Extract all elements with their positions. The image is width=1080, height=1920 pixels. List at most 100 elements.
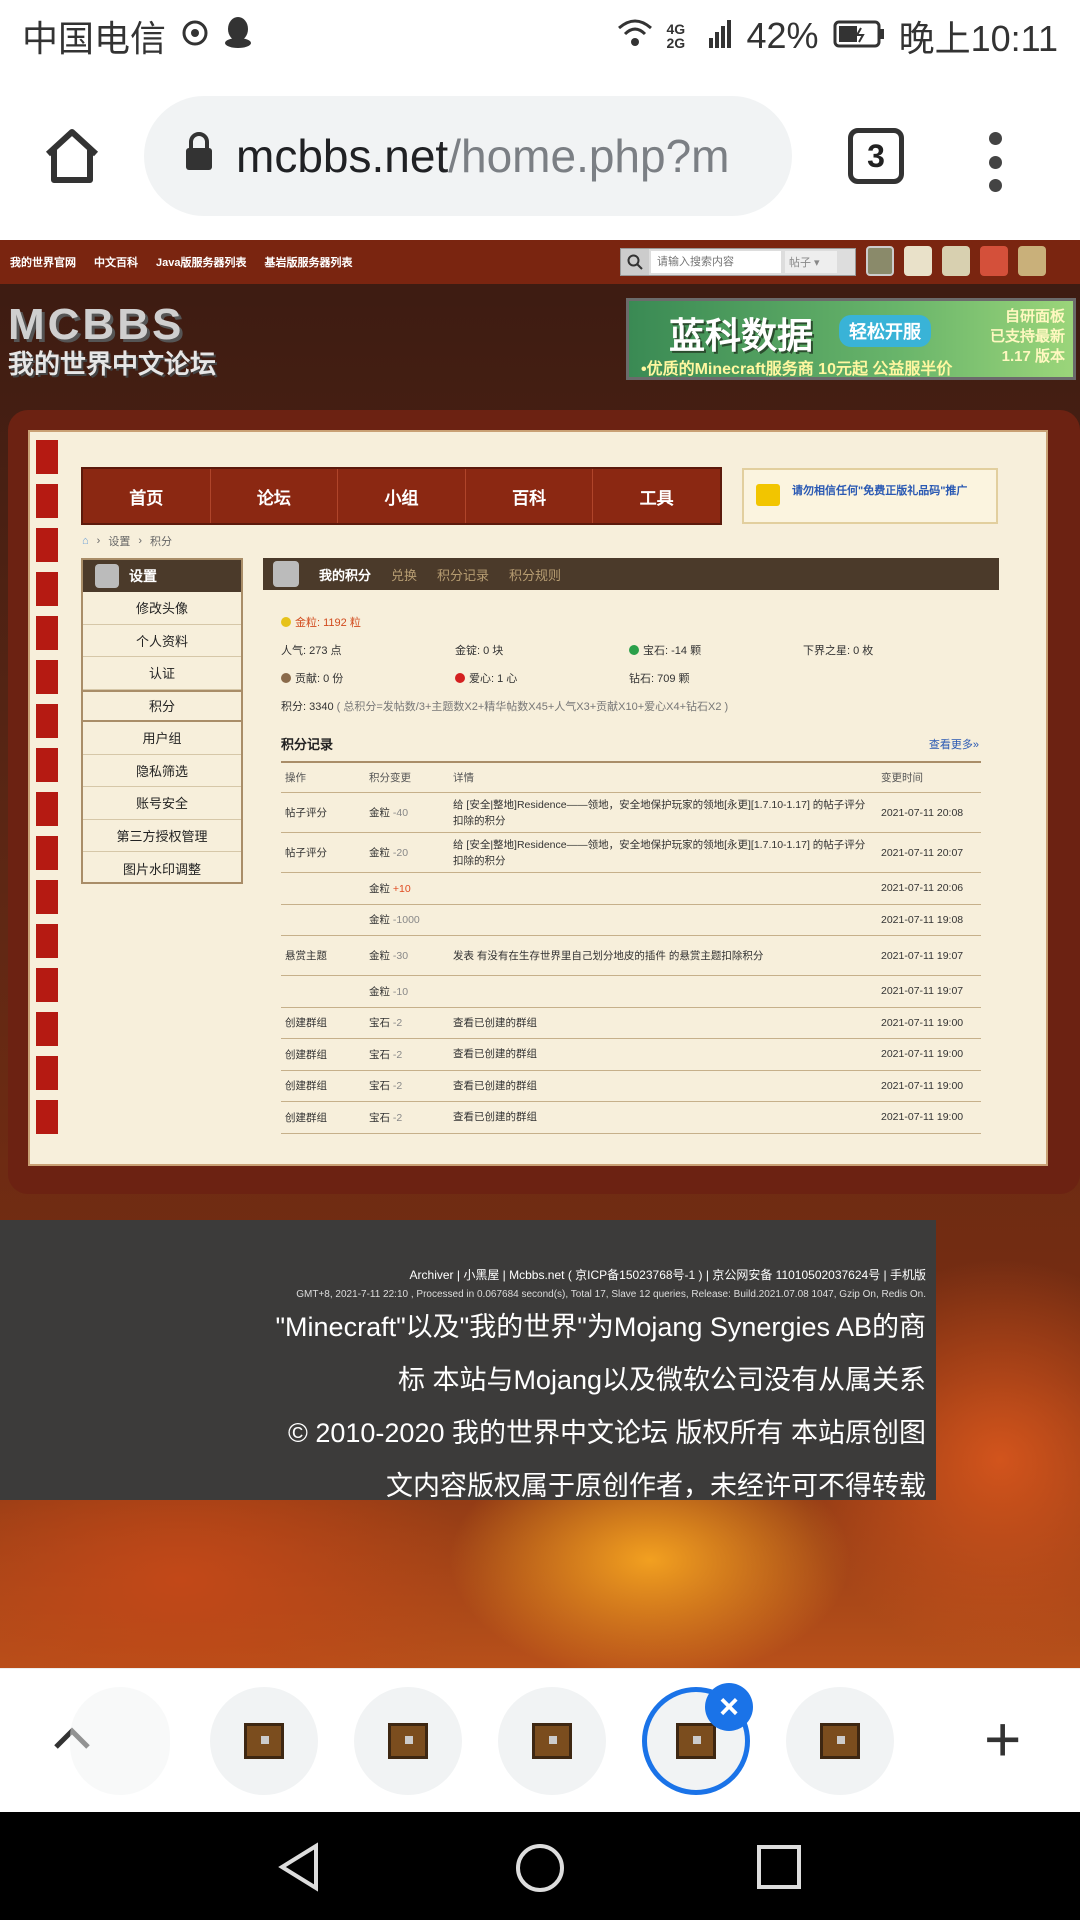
record-op: 帖子评分 [285, 847, 327, 859]
sidebar-item-avatar[interactable]: 修改头像 [83, 592, 241, 625]
battery-percent: 42% [746, 15, 819, 56]
tab-switcher-button[interactable]: 3 [848, 128, 904, 184]
record-time: 2021-07-11 19:07 [881, 949, 964, 962]
notice-box[interactable]: 请勿相信任何"免费正版礼品码"推广 [742, 468, 998, 524]
gem-icon [629, 645, 639, 655]
battery-icon [833, 15, 885, 57]
tab-thumb[interactable] [786, 1687, 894, 1795]
tab-exchange[interactable]: 兑换 [391, 565, 417, 584]
search-input[interactable] [651, 251, 781, 273]
recents-icon[interactable] [756, 1844, 802, 1890]
tab-thumb[interactable] [210, 1687, 318, 1795]
credit-formula: ( 总积分=发帖数/3+主题数X2+精华帖数X45+人气X3+贡献X10+爱心X… [336, 701, 729, 713]
credit-gem: 宝石: -14 颗 [643, 645, 702, 657]
nav-groups[interactable]: 小组 [338, 469, 466, 523]
notification-icon[interactable] [942, 246, 970, 276]
nav-forum[interactable]: 论坛 [211, 469, 339, 523]
record-detail[interactable]: 查看已创建的群组 [453, 1109, 881, 1125]
record-detail[interactable]: 发表 有没有在生存世界里自己划分地皮的插件 的悬赏主题扣除积分 [453, 948, 881, 964]
search-type-select[interactable]: 帖子 ▾ [785, 251, 837, 273]
sidebar-item-verify[interactable]: 认证 [83, 657, 241, 690]
credits-tabs: 我的积分 兑换 积分记录 积分规则 [263, 558, 999, 590]
record-change: 宝石 -2 [369, 1080, 403, 1093]
chest-icon [820, 1723, 860, 1759]
address-bar[interactable]: mcbbs.net/home.php?m [144, 96, 792, 216]
sidebar-item-privacy[interactable]: 隐私筛选 [83, 755, 241, 787]
tab-my-credits[interactable]: 我的积分 [319, 565, 371, 584]
tab-thumb[interactable] [354, 1687, 462, 1795]
url-host: mcbbs.net [236, 130, 449, 182]
home-icon[interactable]: ⌂ [82, 535, 89, 547]
credits-summary: 金粒: 1192 粒 人气: 273 点 金锭: 0 块 宝石: -14 颗 下… [281, 608, 981, 720]
overflow-menu-button[interactable] [985, 132, 1005, 192]
sidebar-item-security[interactable]: 账号安全 [83, 787, 241, 820]
chest-icon [676, 1723, 716, 1759]
new-tab-button[interactable]: + [984, 1707, 1021, 1771]
search-icon[interactable] [621, 249, 649, 275]
record-time: 2021-07-11 19:00 [881, 1079, 964, 1092]
record-detail[interactable]: 给 [安全|整地]Residence——领地，安全地保护玩家的领地[永更][1.… [453, 797, 881, 829]
record-detail[interactable]: 查看已创建的群组 [453, 1046, 881, 1062]
table-row: 创建群组 宝石 -2 查看已创建的群组 2021-07-11 19:00 [281, 1008, 981, 1039]
topnav-link-wiki[interactable]: 中文百科 [94, 254, 138, 270]
task-icon[interactable] [980, 246, 1008, 276]
settings-sidebar: 设置 修改头像 个人资料 认证 积分 用户组 隐私筛选 账号安全 第三方授权管理… [81, 558, 243, 884]
tab-thumb[interactable] [70, 1687, 170, 1795]
footer-links[interactable]: Archiver | 小黑屋 | Mcbbs.net ( 京ICP备150237… [0, 1266, 926, 1283]
tab-credit-log[interactable]: 积分记录 [437, 565, 489, 584]
breadcrumb-credits: 积分 [150, 536, 172, 548]
credit-total: 积分: 3340 [281, 701, 334, 713]
message-icon[interactable] [904, 246, 932, 276]
record-change: 金粒 -1000 [369, 914, 420, 927]
record-change: 金粒 +10 [369, 882, 411, 895]
tab-credit-rules[interactable]: 积分规则 [509, 565, 561, 584]
home-nav-icon[interactable] [514, 1842, 566, 1894]
sidebar-item-usergroup[interactable]: 用户组 [83, 722, 241, 755]
record-time: 2021-07-11 20:06 [881, 882, 964, 895]
footer-line-3: © 2010-2020 我的世界中文论坛 版权所有 本站原创图 [287, 1418, 926, 1448]
avatar[interactable] [866, 246, 894, 276]
nav-wiki[interactable]: 百科 [466, 469, 594, 523]
topnav-link-bedrock-servers[interactable]: 基岩版服务器列表 [264, 254, 352, 270]
record-time: 2021-07-11 19:00 [881, 1048, 964, 1061]
topnav-link-official[interactable]: 我的世界官网 [10, 254, 76, 270]
sidebar-item-credits[interactable]: 积分 [83, 689, 241, 722]
tab-strip: × + [0, 1668, 1080, 1812]
tab-thumb[interactable] [498, 1687, 606, 1795]
browser-toolbar: mcbbs.net/home.php?m 3 [0, 72, 1080, 240]
record-detail[interactable]: 查看已创建的群组 [453, 1015, 881, 1031]
sidebar-item-profile[interactable]: 个人资料 [83, 625, 241, 657]
back-icon[interactable] [274, 1842, 324, 1892]
home-button[interactable] [40, 124, 104, 188]
record-detail[interactable]: 给 [安全|整地]Residence——领地，安全地保护玩家的领地[永更][1.… [453, 837, 881, 869]
breadcrumb-settings[interactable]: 设置 [108, 533, 130, 549]
top-icons [866, 246, 1046, 276]
chest-icon [532, 1723, 572, 1759]
record-op: 创建群组 [285, 1048, 327, 1061]
banner-side: 自研面板 已支持最新 1.17 版本 [989, 308, 1065, 365]
tools-icon[interactable] [1018, 246, 1046, 276]
signal-icon [708, 15, 733, 57]
close-tab-button[interactable]: × [705, 1683, 753, 1731]
record-detail[interactable]: 查看已创建的群组 [453, 1078, 881, 1094]
ad-banner[interactable]: 蓝科数据 轻松开服 •优质的Minecraft服务商 10元起 公益服半价 自研… [626, 298, 1076, 380]
records-more-link[interactable]: 查看更多» [929, 736, 979, 752]
search-type-label: 帖子 [789, 257, 811, 269]
site-footer: Archiver | 小黑屋 | Mcbbs.net ( 京ICP备150237… [0, 1220, 936, 1501]
speaker-icon [756, 484, 780, 506]
nav-tools[interactable]: 工具 [593, 469, 720, 523]
settings-icon [95, 564, 119, 588]
topnav-link-java-servers[interactable]: Java版服务器列表 [156, 254, 246, 270]
footer-line-2: 标 本站与Mojang以及微软公司没有从属关系 [397, 1365, 926, 1395]
sidebar-item-watermark[interactable]: 图片水印调整 [83, 852, 241, 885]
table-row: 创建群组 宝石 -2 查看已创建的群组 2021-07-11 19:00 [281, 1102, 981, 1134]
chest-icon [388, 1723, 428, 1759]
footer-line-4: 文内容版权属于原创作者，未经许可不得转载 [386, 1471, 926, 1501]
footer-line-1: "Minecraft"以及"我的世界"为Mojang Synergies AB的… [275, 1312, 926, 1342]
notice-text: 请勿相信任何"免费正版礼品码"推广 [792, 485, 968, 497]
banner-title: 蓝科数据 [669, 315, 814, 356]
sidebar-item-oauth[interactable]: 第三方授权管理 [83, 820, 241, 852]
site-logo[interactable]: MCBBS 我的世界中文论坛 [8, 300, 258, 390]
nav-home[interactable]: 首页 [83, 469, 211, 523]
network-label: 4G 2G [666, 21, 686, 51]
